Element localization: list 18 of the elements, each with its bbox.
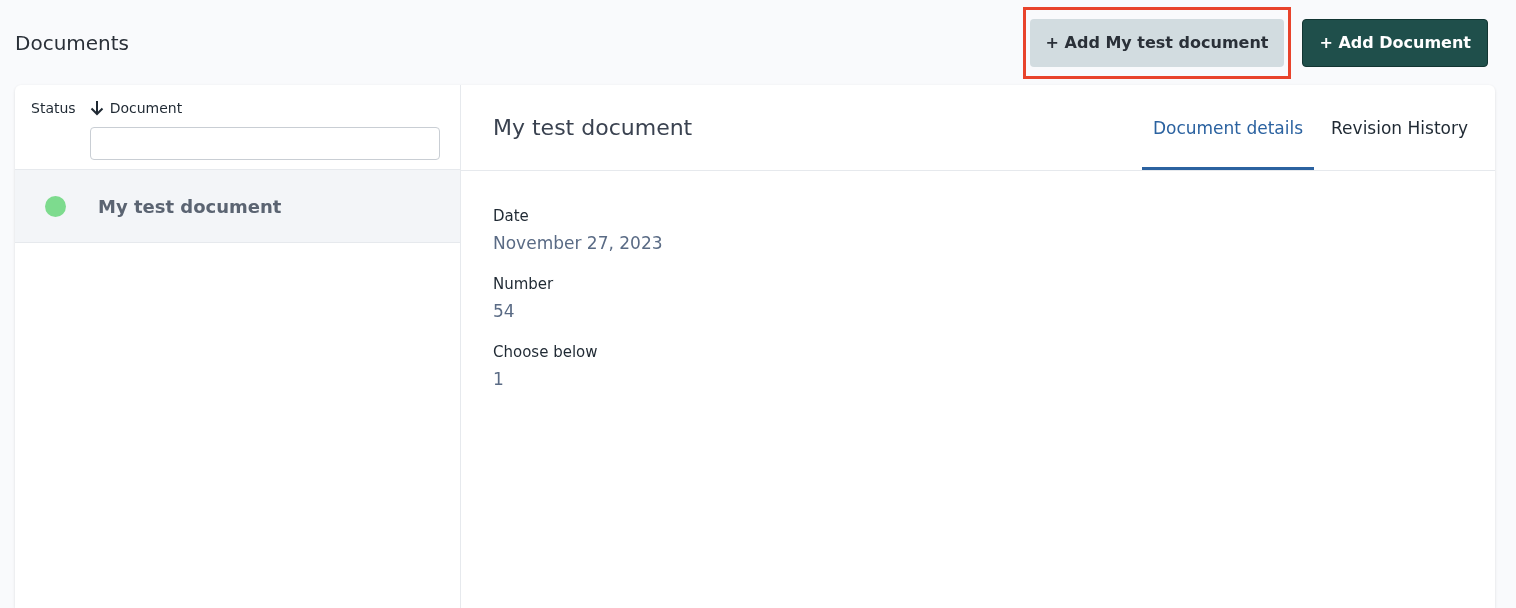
tab[interactable]: Revision History: [1320, 85, 1479, 170]
detail-title: My test document: [493, 115, 693, 140]
add-button[interactable]: + Add Document: [1302, 18, 1488, 67]
field-label: Number: [493, 275, 555, 293]
tab[interactable]: Document details: [1141, 85, 1315, 170]
field-value: 1: [493, 369, 505, 389]
document-row[interactable]: My test document: [15, 170, 460, 243]
field-value: November 27, 2023: [493, 233, 664, 253]
add-button[interactable]: + Add My test document: [1029, 18, 1285, 67]
search-field[interactable]: [89, 127, 440, 160]
field-label: Date: [493, 207, 530, 225]
column-header: Status: [31, 99, 76, 118]
page-title: Documents: [15, 30, 130, 55]
field-label: Choose below: [493, 343, 599, 361]
sort-arrow-icon[interactable]: [89, 100, 104, 116]
document-title: My test document: [98, 195, 282, 217]
column-header[interactable]: Document: [109, 97, 183, 119]
field-value: 54: [493, 301, 516, 321]
